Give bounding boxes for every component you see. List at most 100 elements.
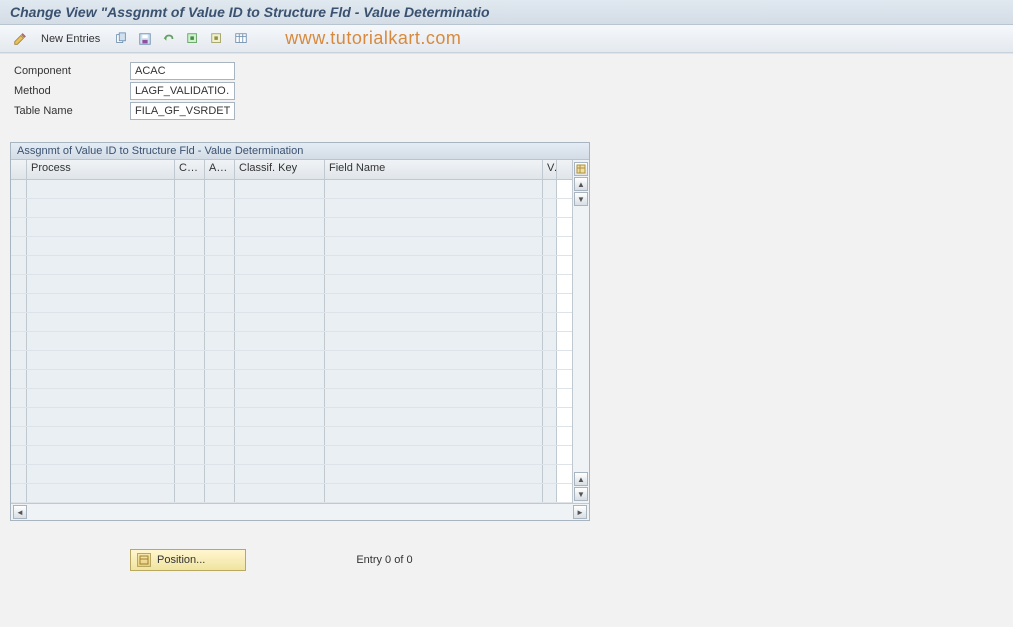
cell-ac[interactable] xyxy=(205,256,235,274)
cell-process[interactable] xyxy=(27,294,175,312)
cell-field[interactable] xyxy=(325,446,543,464)
table-row[interactable] xyxy=(11,237,572,256)
row-selector[interactable] xyxy=(11,408,27,426)
cell-va[interactable] xyxy=(543,199,557,217)
cell-va[interactable] xyxy=(543,332,557,350)
row-selector[interactable] xyxy=(11,256,27,274)
cell-field[interactable] xyxy=(325,199,543,217)
cell-ac[interactable] xyxy=(205,446,235,464)
cell-field[interactable] xyxy=(325,332,543,350)
cell-co[interactable] xyxy=(175,313,205,331)
row-selector[interactable] xyxy=(11,484,27,502)
new-entries-button[interactable]: New Entries xyxy=(34,30,107,48)
cell-co[interactable] xyxy=(175,218,205,236)
table-row[interactable] xyxy=(11,313,572,332)
scroll-down-icon[interactable]: ▼ xyxy=(574,192,588,206)
cell-field[interactable] xyxy=(325,294,543,312)
cell-va[interactable] xyxy=(543,370,557,388)
row-selector[interactable] xyxy=(11,294,27,312)
method-field[interactable] xyxy=(130,82,235,100)
scroll-down-icon-bottom[interactable]: ▼ xyxy=(574,487,588,501)
table-row[interactable] xyxy=(11,484,572,503)
cell-co[interactable] xyxy=(175,370,205,388)
cell-classif[interactable] xyxy=(235,275,325,293)
table-row[interactable] xyxy=(11,256,572,275)
cell-classif[interactable] xyxy=(235,389,325,407)
table-config-icon[interactable] xyxy=(574,162,588,176)
position-button[interactable]: Position... xyxy=(130,549,246,571)
cell-co[interactable] xyxy=(175,294,205,312)
cell-process[interactable] xyxy=(27,332,175,350)
cell-classif[interactable] xyxy=(235,446,325,464)
table-row[interactable] xyxy=(11,389,572,408)
cell-process[interactable] xyxy=(27,275,175,293)
cell-process[interactable] xyxy=(27,389,175,407)
cell-field[interactable] xyxy=(325,427,543,445)
cell-ac[interactable] xyxy=(205,389,235,407)
cell-field[interactable] xyxy=(325,370,543,388)
cell-process[interactable] xyxy=(27,484,175,502)
cell-ac[interactable] xyxy=(205,484,235,502)
cell-co[interactable] xyxy=(175,275,205,293)
cell-ac[interactable] xyxy=(205,351,235,369)
col-va[interactable]: Va xyxy=(543,160,557,179)
table-row[interactable] xyxy=(11,180,572,199)
cell-va[interactable] xyxy=(543,294,557,312)
cell-process[interactable] xyxy=(27,237,175,255)
cell-field[interactable] xyxy=(325,465,543,483)
cell-co[interactable] xyxy=(175,180,205,198)
cell-ac[interactable] xyxy=(205,370,235,388)
pencil-icon[interactable] xyxy=(10,29,30,49)
cell-ac[interactable] xyxy=(205,180,235,198)
cell-process[interactable] xyxy=(27,370,175,388)
cell-classif[interactable] xyxy=(235,332,325,350)
cell-va[interactable] xyxy=(543,446,557,464)
cell-field[interactable] xyxy=(325,275,543,293)
cell-co[interactable] xyxy=(175,408,205,426)
table-row[interactable] xyxy=(11,427,572,446)
table-row[interactable] xyxy=(11,446,572,465)
cell-va[interactable] xyxy=(543,256,557,274)
col-field[interactable]: Field Name xyxy=(325,160,543,179)
cell-va[interactable] xyxy=(543,180,557,198)
cell-ac[interactable] xyxy=(205,294,235,312)
cell-ac[interactable] xyxy=(205,218,235,236)
cell-va[interactable] xyxy=(543,218,557,236)
cell-co[interactable] xyxy=(175,351,205,369)
cell-co[interactable] xyxy=(175,446,205,464)
cell-process[interactable] xyxy=(27,446,175,464)
table-row[interactable] xyxy=(11,370,572,389)
save-icon[interactable] xyxy=(135,29,155,49)
cell-va[interactable] xyxy=(543,351,557,369)
vertical-scrollbar[interactable]: ▲ ▼ ▲ ▼ xyxy=(572,160,589,503)
cell-ac[interactable] xyxy=(205,427,235,445)
cell-ac[interactable] xyxy=(205,275,235,293)
cell-va[interactable] xyxy=(543,275,557,293)
table-row[interactable] xyxy=(11,199,572,218)
cell-ac[interactable] xyxy=(205,408,235,426)
cell-field[interactable] xyxy=(325,484,543,502)
scroll-up-icon-bottom[interactable]: ▲ xyxy=(574,472,588,486)
cell-field[interactable] xyxy=(325,408,543,426)
table-settings-icon[interactable] xyxy=(231,29,251,49)
cell-classif[interactable] xyxy=(235,370,325,388)
cell-field[interactable] xyxy=(325,237,543,255)
row-selector[interactable] xyxy=(11,275,27,293)
cell-ac[interactable] xyxy=(205,199,235,217)
cell-co[interactable] xyxy=(175,465,205,483)
cell-classif[interactable] xyxy=(235,237,325,255)
cell-classif[interactable] xyxy=(235,218,325,236)
cell-process[interactable] xyxy=(27,465,175,483)
cell-process[interactable] xyxy=(27,408,175,426)
cell-va[interactable] xyxy=(543,465,557,483)
cell-process[interactable] xyxy=(27,351,175,369)
row-selector[interactable] xyxy=(11,465,27,483)
cell-co[interactable] xyxy=(175,389,205,407)
cell-co[interactable] xyxy=(175,484,205,502)
cell-co[interactable] xyxy=(175,332,205,350)
row-selector[interactable] xyxy=(11,199,27,217)
row-selector[interactable] xyxy=(11,446,27,464)
table-row[interactable] xyxy=(11,408,572,427)
cell-va[interactable] xyxy=(543,237,557,255)
cell-ac[interactable] xyxy=(205,332,235,350)
